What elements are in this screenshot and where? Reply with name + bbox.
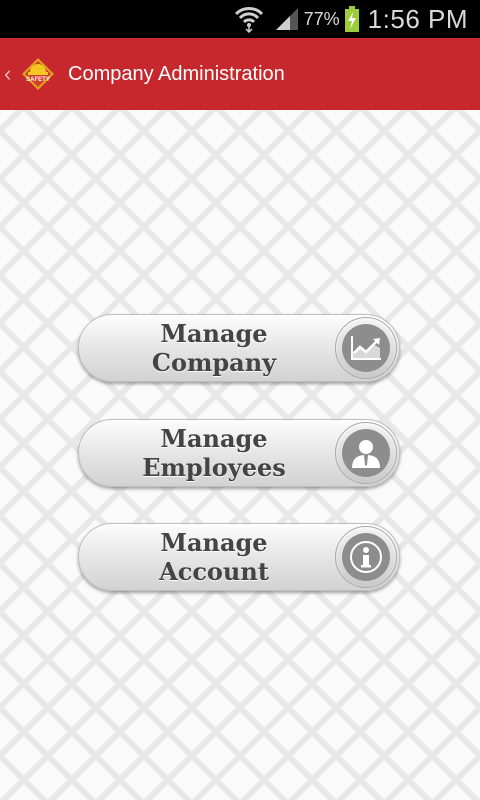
content-area: Manage Company Manage Employees Manage A… <box>0 110 480 800</box>
chart-icon-circle <box>335 317 397 379</box>
manage-company-label: Manage Company <box>79 315 349 381</box>
safety-logo-icon[interactable]: SAFETY <box>18 54 58 94</box>
chart-icon <box>342 324 390 372</box>
back-chevron-icon[interactable]: ‹ <box>4 61 16 87</box>
person-icon-circle <box>335 422 397 484</box>
action-bar: ‹ SAFETY Company Administration <box>0 38 480 110</box>
manage-account-label: Manage Account <box>79 524 349 590</box>
signal-icon <box>275 8 298 30</box>
page-title: Company Administration <box>68 62 285 85</box>
button-label-line2: Company <box>151 348 277 377</box>
battery-charging-icon <box>344 6 359 32</box>
button-label-line2: Account <box>159 557 269 586</box>
person-icon <box>342 429 390 477</box>
wifi-icon <box>234 7 263 33</box>
button-label-line1: Manage <box>160 424 268 453</box>
info-icon-circle <box>335 526 397 588</box>
button-label-line1: Manage <box>160 528 268 557</box>
clock: 1:56 PM <box>367 3 468 34</box>
button-label-line1: Manage <box>160 319 268 348</box>
button-label-line2: Employees <box>142 453 286 482</box>
info-icon <box>342 533 390 581</box>
manage-account-button[interactable]: Manage Account <box>78 523 400 591</box>
logo-text: SAFETY <box>26 77 50 83</box>
manage-employees-label: Manage Employees <box>79 420 349 486</box>
manage-employees-button[interactable]: Manage Employees <box>78 419 400 487</box>
status-bar: 77% 1:56 PM <box>0 0 480 38</box>
battery-percent: 77% <box>303 8 340 29</box>
manage-company-button[interactable]: Manage Company <box>78 314 400 382</box>
